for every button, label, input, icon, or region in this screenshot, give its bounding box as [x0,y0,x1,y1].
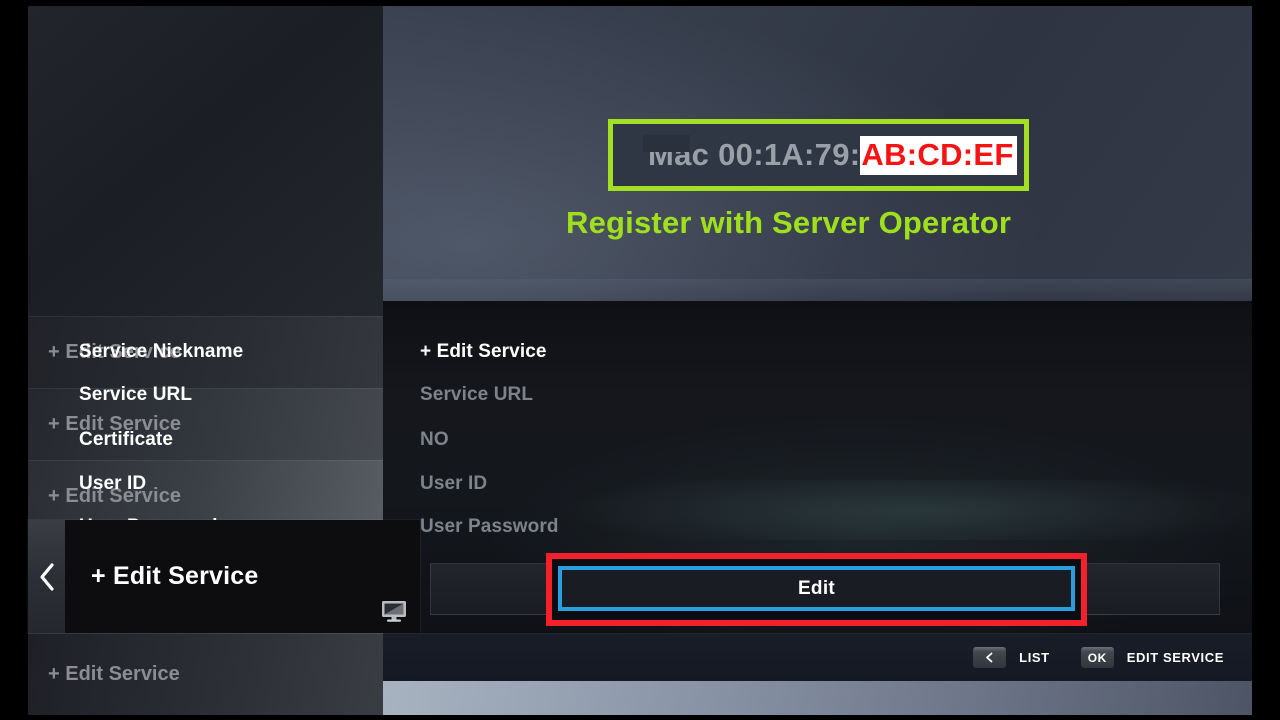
edit-button[interactable]: Edit [558,566,1075,611]
mac-redaction-block [643,135,690,152]
form-label: Service Nickname [79,341,244,362]
form-value: NO [420,429,449,450]
sidebar-item-selected[interactable]: + Edit Service [28,520,420,633]
back-button[interactable] [28,520,65,633]
form-row-user-id[interactable]: User ID User ID [0,462,869,506]
chevron-left-icon [39,562,54,591]
top-letterbox [0,0,1280,6]
form-row-service-url[interactable]: Service URL Service URL [0,373,869,417]
key-hint-bar: LIST OK EDIT SERVICE [383,633,1252,681]
mac-address-callout: Mac 00:1A:79: AB:CD:EF [608,119,1029,191]
monitor-icon [382,601,406,622]
bottom-letterbox [0,715,1280,720]
register-annotation: Register with Server Operator [566,205,1012,240]
key-hint-label-list: LIST [1019,650,1050,665]
edit-button-label: Edit [797,577,836,599]
tv-settings-screen: + Edit Service + Edit Service + Edit Ser… [0,0,1280,720]
form-row-service-nickname[interactable]: Service Nickname + Edit Service [0,330,869,374]
sidebar-item-label: + Edit Service [48,663,180,685]
key-hint-back-button[interactable] [973,647,1007,668]
form-value: User Password [420,516,559,537]
form-label: User ID [79,473,147,494]
mac-address-suffix: AB:CD:EF [860,135,1017,175]
key-hint-ok-button[interactable]: OK [1080,647,1114,668]
sidebar-item-edit-service[interactable]: + Edit Service [28,633,383,715]
form-value: + Edit Service [420,341,547,362]
key-hint-ok-label: OK [1087,650,1107,665]
edit-button-callout: Edit [546,553,1087,626]
form-value: User ID [420,473,488,494]
key-hint-label-edit-service: EDIT SERVICE [1126,650,1224,665]
form-row-certificate[interactable]: Certificate NO [0,418,869,462]
form-label: Certificate [79,429,174,450]
sidebar-left-gutter [0,0,28,720]
hero-fade [383,279,1252,301]
chevron-left-icon [986,652,993,663]
sidebar-item-label: + Edit Service [91,562,259,590]
form-value: Service URL [420,384,534,405]
right-letterbox [1252,0,1280,720]
form-label: Service URL [79,384,193,405]
sidebar-header-panel [28,6,383,316]
